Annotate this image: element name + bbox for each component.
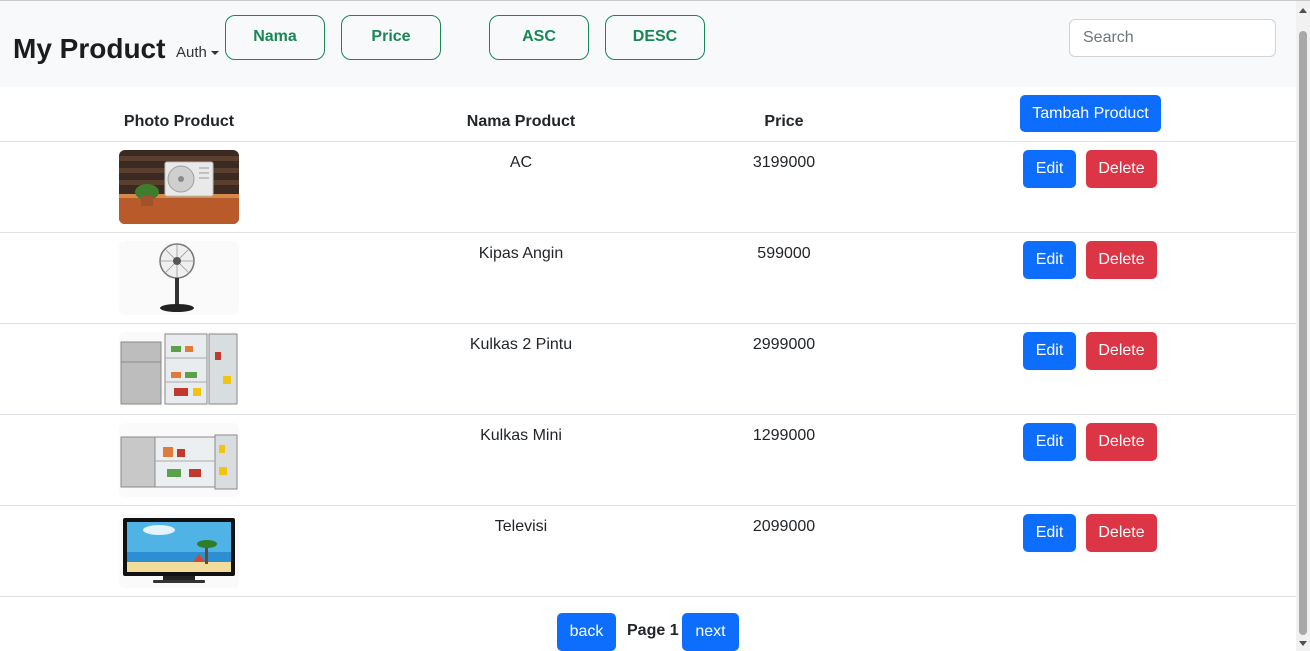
product-name: Kipas Angin [478, 245, 564, 262]
auth-dropdown[interactable]: Auth [176, 44, 219, 61]
scroll-thumb[interactable] [1299, 31, 1307, 635]
product-table: Photo Product Nama Product Price Tambah … [0, 87, 1296, 597]
back-button[interactable]: back [557, 613, 616, 651]
standing-fan-photo [119, 241, 239, 315]
edit-button[interactable]: Edit [1023, 241, 1076, 279]
caret-down-icon [210, 50, 219, 55]
product-price: 2099000 [752, 518, 816, 535]
table-row: Kipas Angin 599000 Edit Delete [0, 233, 1296, 324]
edit-button[interactable]: Edit [1023, 332, 1076, 370]
television-photo [119, 514, 239, 588]
page-indicator: Page 1 [627, 622, 679, 639]
scroll-down-arrow-icon[interactable] [1299, 641, 1307, 646]
product-name: AC [509, 154, 533, 171]
auth-dropdown-label: Auth [176, 44, 207, 61]
header-name: Nama Product [466, 113, 576, 130]
table-row: Televisi 2099000 Edit Delete [0, 506, 1296, 597]
product-price: 1299000 [752, 427, 816, 444]
scroll-up-arrow-icon[interactable] [1299, 8, 1307, 13]
product-price: 2999000 [752, 336, 816, 353]
sort-by-price-button[interactable]: Price [341, 15, 441, 60]
header-photo: Photo Product [123, 113, 235, 130]
navbar: My Product Auth Nama Price ASC DESC [0, 1, 1296, 87]
delete-button[interactable]: Delete [1086, 332, 1157, 370]
product-price: 3199000 [752, 154, 816, 171]
product-price: 599000 [757, 245, 811, 262]
product-name: Televisi [494, 518, 548, 535]
product-name: Kulkas 2 Pintu [469, 336, 573, 353]
next-button[interactable]: next [682, 613, 739, 651]
air-conditioner-unit-photo [119, 150, 239, 224]
search-input[interactable] [1069, 19, 1276, 57]
table-row: Kulkas 2 Pintu 2999000 Edit Delete [0, 324, 1296, 415]
sort-by-name-button[interactable]: Nama [225, 15, 325, 60]
delete-button[interactable]: Delete [1086, 241, 1157, 279]
table-header: Photo Product Nama Product Price Tambah … [0, 87, 1296, 142]
mini-fridge-photo [119, 423, 239, 497]
table-row: AC 3199000 Edit Delete [0, 142, 1296, 233]
edit-button[interactable]: Edit [1023, 150, 1076, 188]
add-product-button[interactable]: Tambah Product [1020, 95, 1161, 132]
pagination: back Page 1 next [0, 613, 1296, 651]
two-door-refrigerator-photo [119, 332, 239, 406]
delete-button[interactable]: Delete [1086, 423, 1157, 461]
brand-title[interactable]: My Product [13, 33, 165, 65]
vertical-scrollbar[interactable] [1296, 1, 1310, 651]
sort-asc-button[interactable]: ASC [489, 15, 589, 60]
table-row: Kulkas Mini 1299000 Edit Delete [0, 415, 1296, 506]
header-price: Price [764, 113, 804, 130]
edit-button[interactable]: Edit [1023, 514, 1076, 552]
delete-button[interactable]: Delete [1086, 150, 1157, 188]
delete-button[interactable]: Delete [1086, 514, 1157, 552]
edit-button[interactable]: Edit [1023, 423, 1076, 461]
product-name: Kulkas Mini [480, 427, 562, 444]
sort-desc-button[interactable]: DESC [605, 15, 705, 60]
